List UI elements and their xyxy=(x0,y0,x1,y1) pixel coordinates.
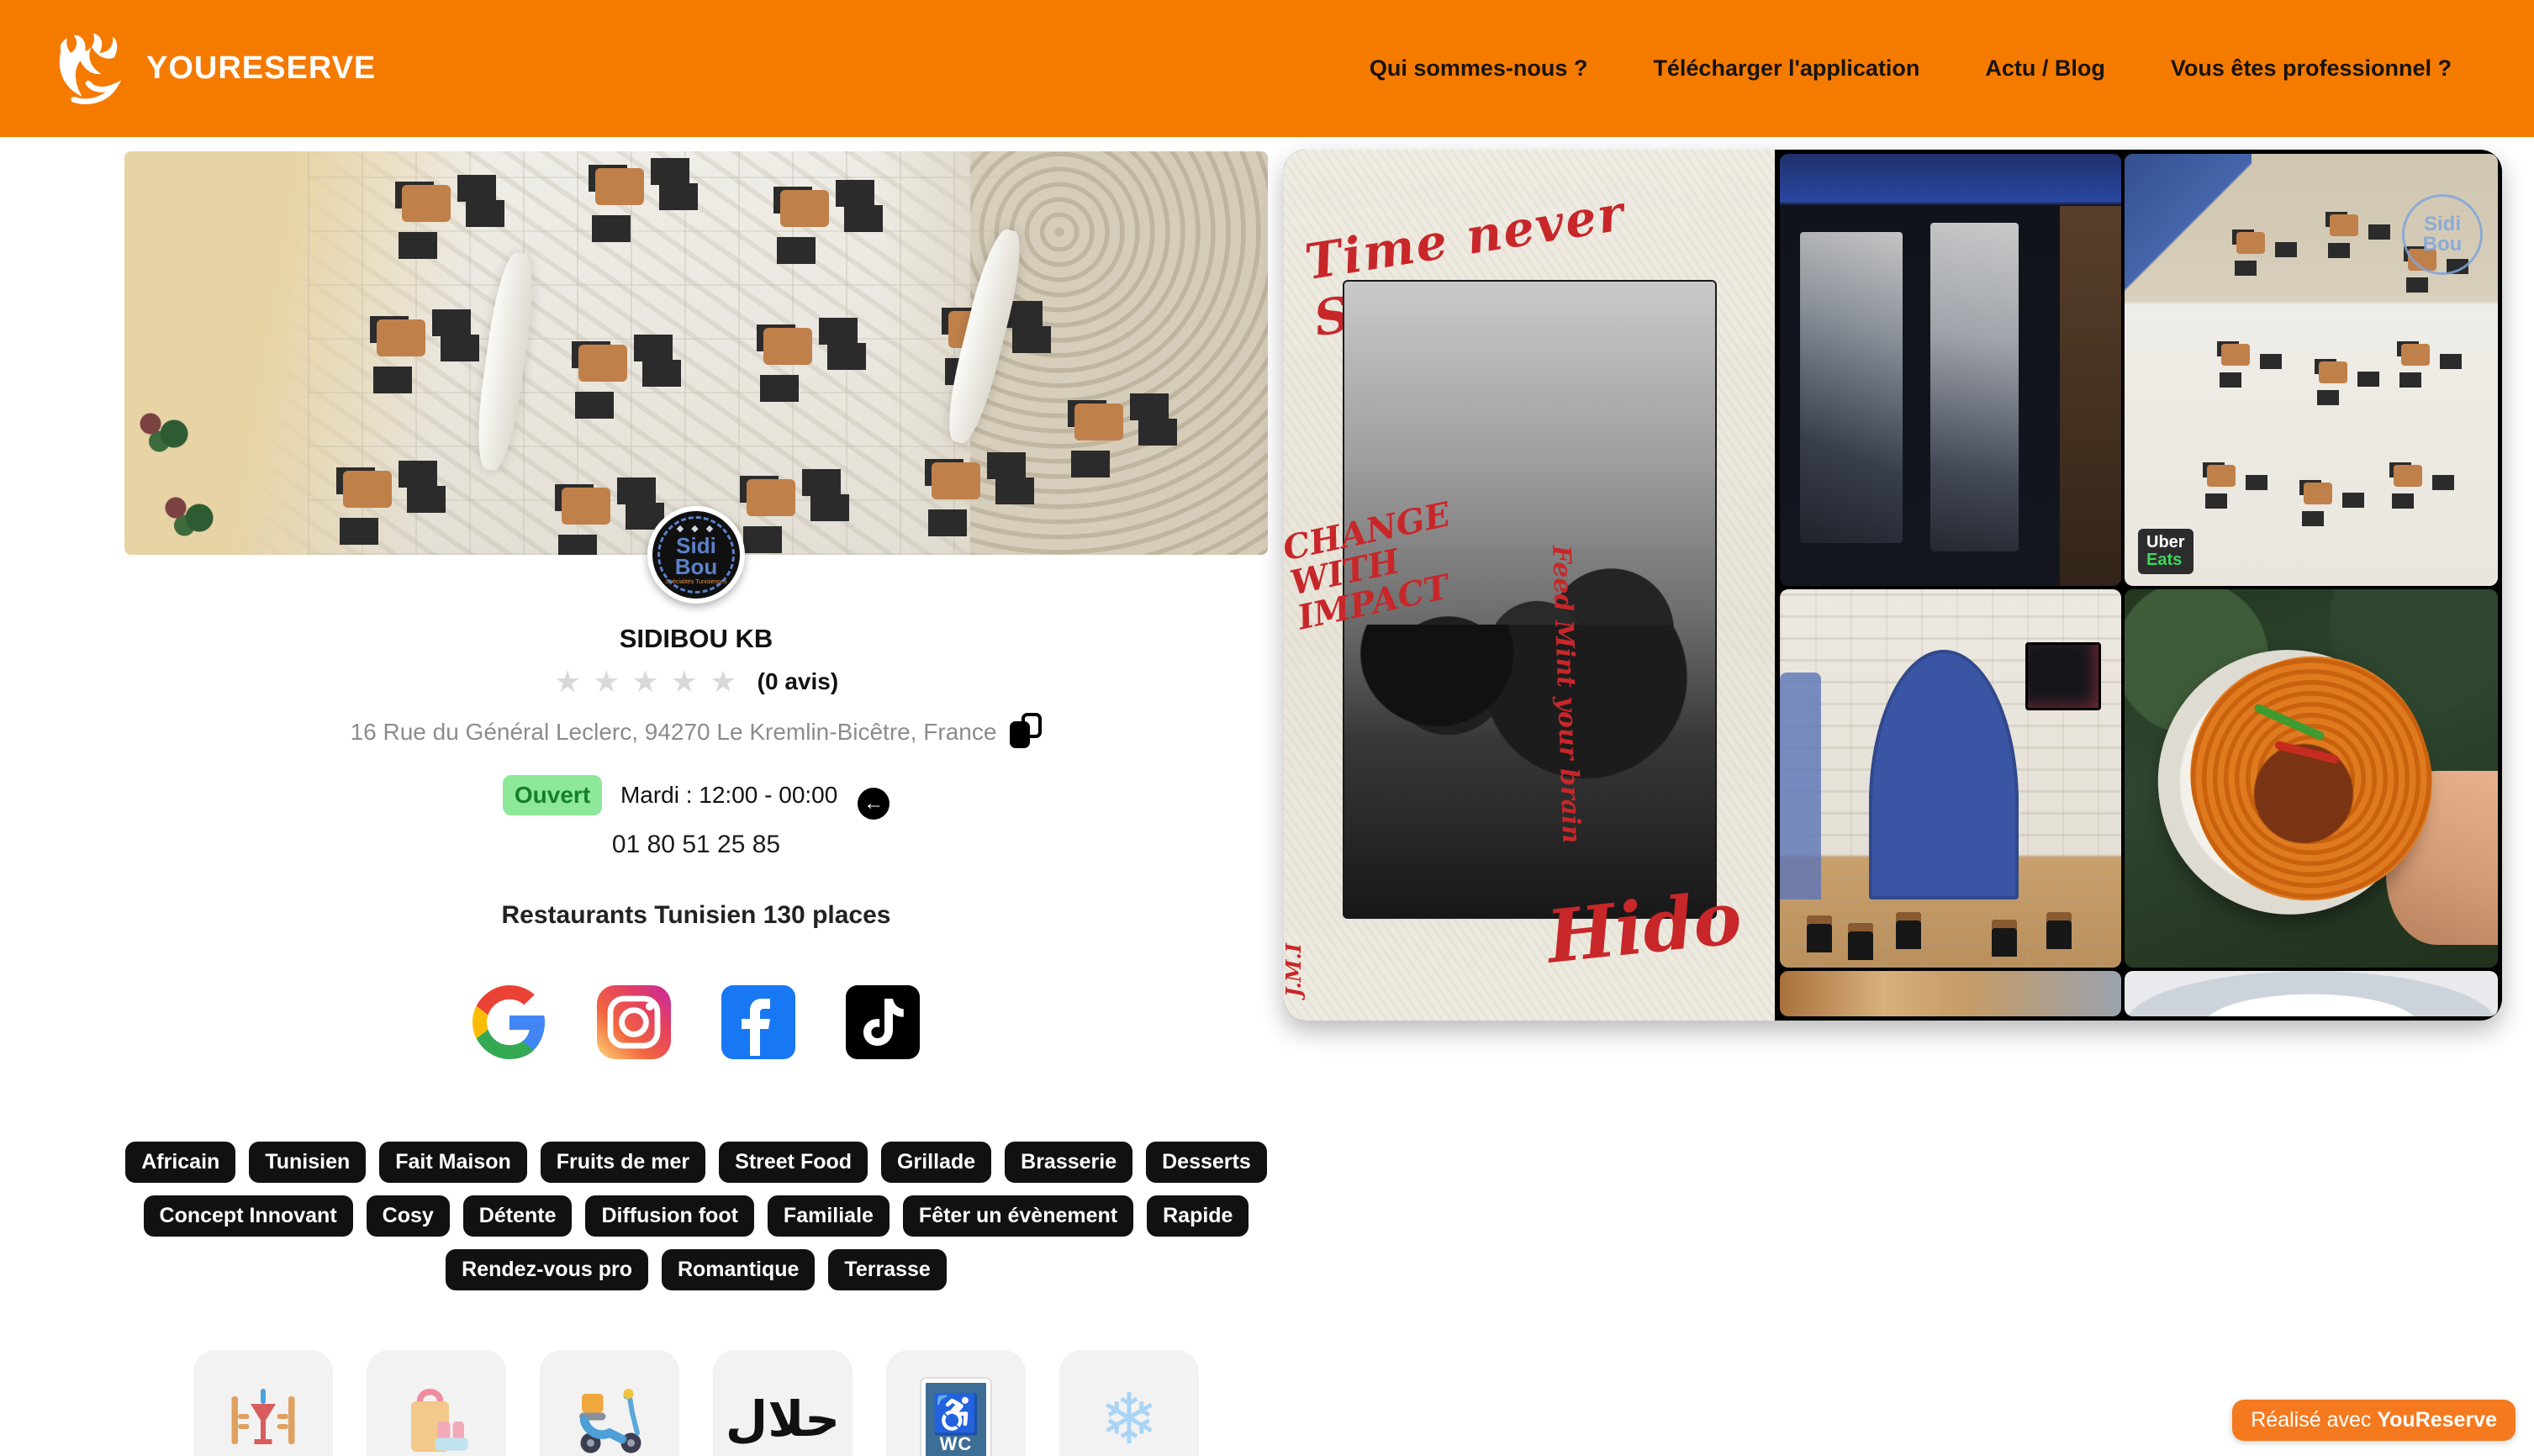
blue-arch-door xyxy=(1869,650,2019,899)
nav-professionnel[interactable]: Vous êtes professionnel ? xyxy=(2171,55,2452,82)
nav-telecharger-application[interactable]: Télécharger l'application xyxy=(1653,55,1919,82)
nav-qui-sommes-nous[interactable]: Qui sommes-nous ? xyxy=(1370,55,1588,82)
amenity-halal: حلال xyxy=(713,1350,853,1456)
tag-rapide: Rapide xyxy=(1147,1195,1249,1237)
rating-row: ★★★★★ (0 avis) xyxy=(0,664,1392,699)
collage-dish-photo[interactable] xyxy=(2125,589,2498,968)
collage-plate-photo-partial[interactable] xyxy=(2125,971,2498,1016)
tags-row-1: Africain Tunisien Fait Maison Fruits de … xyxy=(0,1142,1392,1183)
facebook-link[interactable] xyxy=(718,982,799,1063)
youreserve-logo-icon xyxy=(49,29,131,109)
halal-icon: حلال xyxy=(726,1379,840,1456)
amenity-delivery xyxy=(540,1350,679,1456)
star-icon: ★ xyxy=(710,664,748,699)
tag-grillade: Grillade xyxy=(881,1142,991,1183)
address-text: 16 Rue du Général Leclerc, 94270 Le Krem… xyxy=(351,719,997,745)
wall-tv xyxy=(2025,642,2100,710)
star-icon: ★ xyxy=(631,664,670,699)
amenity-takeout xyxy=(367,1350,506,1456)
amenity-air-conditioning: ❄ xyxy=(1059,1350,1199,1456)
brand-home-link[interactable]: YOURESERVE xyxy=(49,29,376,109)
facebook-icon xyxy=(718,982,799,1063)
phone-number[interactable]: 01 80 51 25 85 xyxy=(0,831,1392,859)
star-icon: ★ xyxy=(554,664,593,699)
amenity-accessible-wc: ♿ WC xyxy=(886,1350,1026,1456)
amenities-row: حلال ♿ WC ❄ xyxy=(0,1350,1392,1456)
tag-street-food: Street Food xyxy=(719,1142,868,1183)
instagram-link[interactable] xyxy=(594,982,674,1063)
nav-actu-blog[interactable]: Actu / Blog xyxy=(1985,55,2105,82)
tiktok-link[interactable] xyxy=(842,982,923,1063)
tag-tunisien: Tunisien xyxy=(249,1142,366,1183)
copy-address-button[interactable] xyxy=(1010,713,1042,748)
tag-rendez-vous-pro: Rendez-vous pro xyxy=(446,1249,648,1290)
hours-text: Mardi : 12:00 - 00:00 xyxy=(620,782,837,808)
tag-terrasse: Terrasse xyxy=(828,1249,946,1290)
tag-fruits-de-mer: Fruits de mer xyxy=(541,1142,705,1183)
collage-interior-photo[interactable] xyxy=(1780,589,2121,968)
restaurant-avatar-logo: ◆ ◆ ◆ Sidi Bou Spécialités Tunisiennes xyxy=(647,506,745,604)
snowflake-icon: ❄ xyxy=(1100,1379,1159,1456)
google-icon xyxy=(469,982,550,1063)
address-row: 16 Rue du Général Leclerc, 94270 Le Krem… xyxy=(0,713,1392,748)
tags-row-2: Concept Innovant Cosy Détente Diffusion … xyxy=(0,1195,1392,1237)
made-with-youreserve-badge[interactable]: Réalisé avec YouReserve xyxy=(2232,1400,2516,1441)
collage-polaroid-photo[interactable]: Time never Stops. CHANGE WITH IMPACT Fee… xyxy=(1284,150,1775,1021)
page: YOURESERVE Qui sommes-nous ? Télécharger… xyxy=(0,0,2534,1456)
tag-diffusion-foot: Diffusion foot xyxy=(585,1195,753,1237)
graffiti-signature-small: J.M.I xyxy=(1284,943,1306,997)
tag-desserts: Desserts xyxy=(1146,1142,1267,1183)
tag-familiale: Familiale xyxy=(768,1195,890,1237)
google-link[interactable] xyxy=(469,982,550,1063)
star-icon: ★ xyxy=(671,664,710,699)
social-links xyxy=(0,982,1392,1063)
brand-name: YOURESERVE xyxy=(146,50,376,87)
badge-prefix: Réalisé avec xyxy=(2251,1408,2377,1432)
star-icon: ★ xyxy=(593,664,631,699)
tag-brasserie: Brasserie xyxy=(1005,1142,1132,1183)
reviews-count: (0 avis) xyxy=(758,668,839,694)
terrace-watermark-logo: Sidi Bou xyxy=(2402,194,2483,275)
tag-feter-evenement: Fêter un évènement xyxy=(903,1195,1133,1237)
badge-brand: YouReserve xyxy=(2377,1408,2497,1432)
tags-row-3: Rendez-vous pro Romantique Terrasse xyxy=(0,1249,1392,1290)
photo-collage: Time never Stops. CHANGE WITH IMPACT Fee… xyxy=(1284,150,2502,1021)
main-nav: Qui sommes-nous ? Télécharger l'applicat… xyxy=(1370,55,2485,82)
uber-eats-badge: Uber Eats xyxy=(2138,529,2193,574)
logo-dashed-ring xyxy=(657,516,735,593)
takeout-bag-icon xyxy=(396,1379,477,1456)
hours-row: Ouvert Mardi : 12:00 - 00:00 ← xyxy=(0,775,1392,820)
wheelchair-icon: ♿ xyxy=(932,1395,979,1433)
delivery-scooter-icon xyxy=(569,1379,650,1456)
category-capacity: Restaurants Tunisien 130 places xyxy=(0,901,1392,930)
bar-table-icon xyxy=(223,1379,304,1456)
hours-expand-button[interactable]: ← xyxy=(858,788,890,820)
instagram-icon xyxy=(594,982,674,1063)
collage-terrace-photo[interactable]: Sidi Bou Uber Eats xyxy=(2125,154,2498,586)
hero-cover-photo xyxy=(124,151,1268,555)
open-status-badge: Ouvert xyxy=(503,775,602,815)
collage-bread-photo-partial[interactable] xyxy=(1780,971,2121,1016)
tag-cosy: Cosy xyxy=(367,1195,450,1237)
tiktok-icon xyxy=(842,982,923,1063)
amenity-bar xyxy=(193,1350,333,1456)
tag-fait-maison: Fait Maison xyxy=(379,1142,527,1183)
tag-detente: Détente xyxy=(463,1195,573,1237)
hero-stone-wall xyxy=(970,151,1268,555)
tag-concept-innovant: Concept Innovant xyxy=(144,1195,353,1237)
restaurant-name: SIDIBOU KB xyxy=(0,624,1392,654)
collage-storefront-photo[interactable] xyxy=(1780,154,2121,586)
tag-africain: Africain xyxy=(125,1142,235,1183)
wc-label: WC xyxy=(940,1433,973,1455)
accessible-wc-icon: ♿ WC xyxy=(921,1379,990,1456)
header: YOURESERVE Qui sommes-nous ? Télécharger… xyxy=(0,0,2534,137)
tag-romantique: Romantique xyxy=(662,1249,815,1290)
back-arrow-icon: ← xyxy=(863,792,884,815)
